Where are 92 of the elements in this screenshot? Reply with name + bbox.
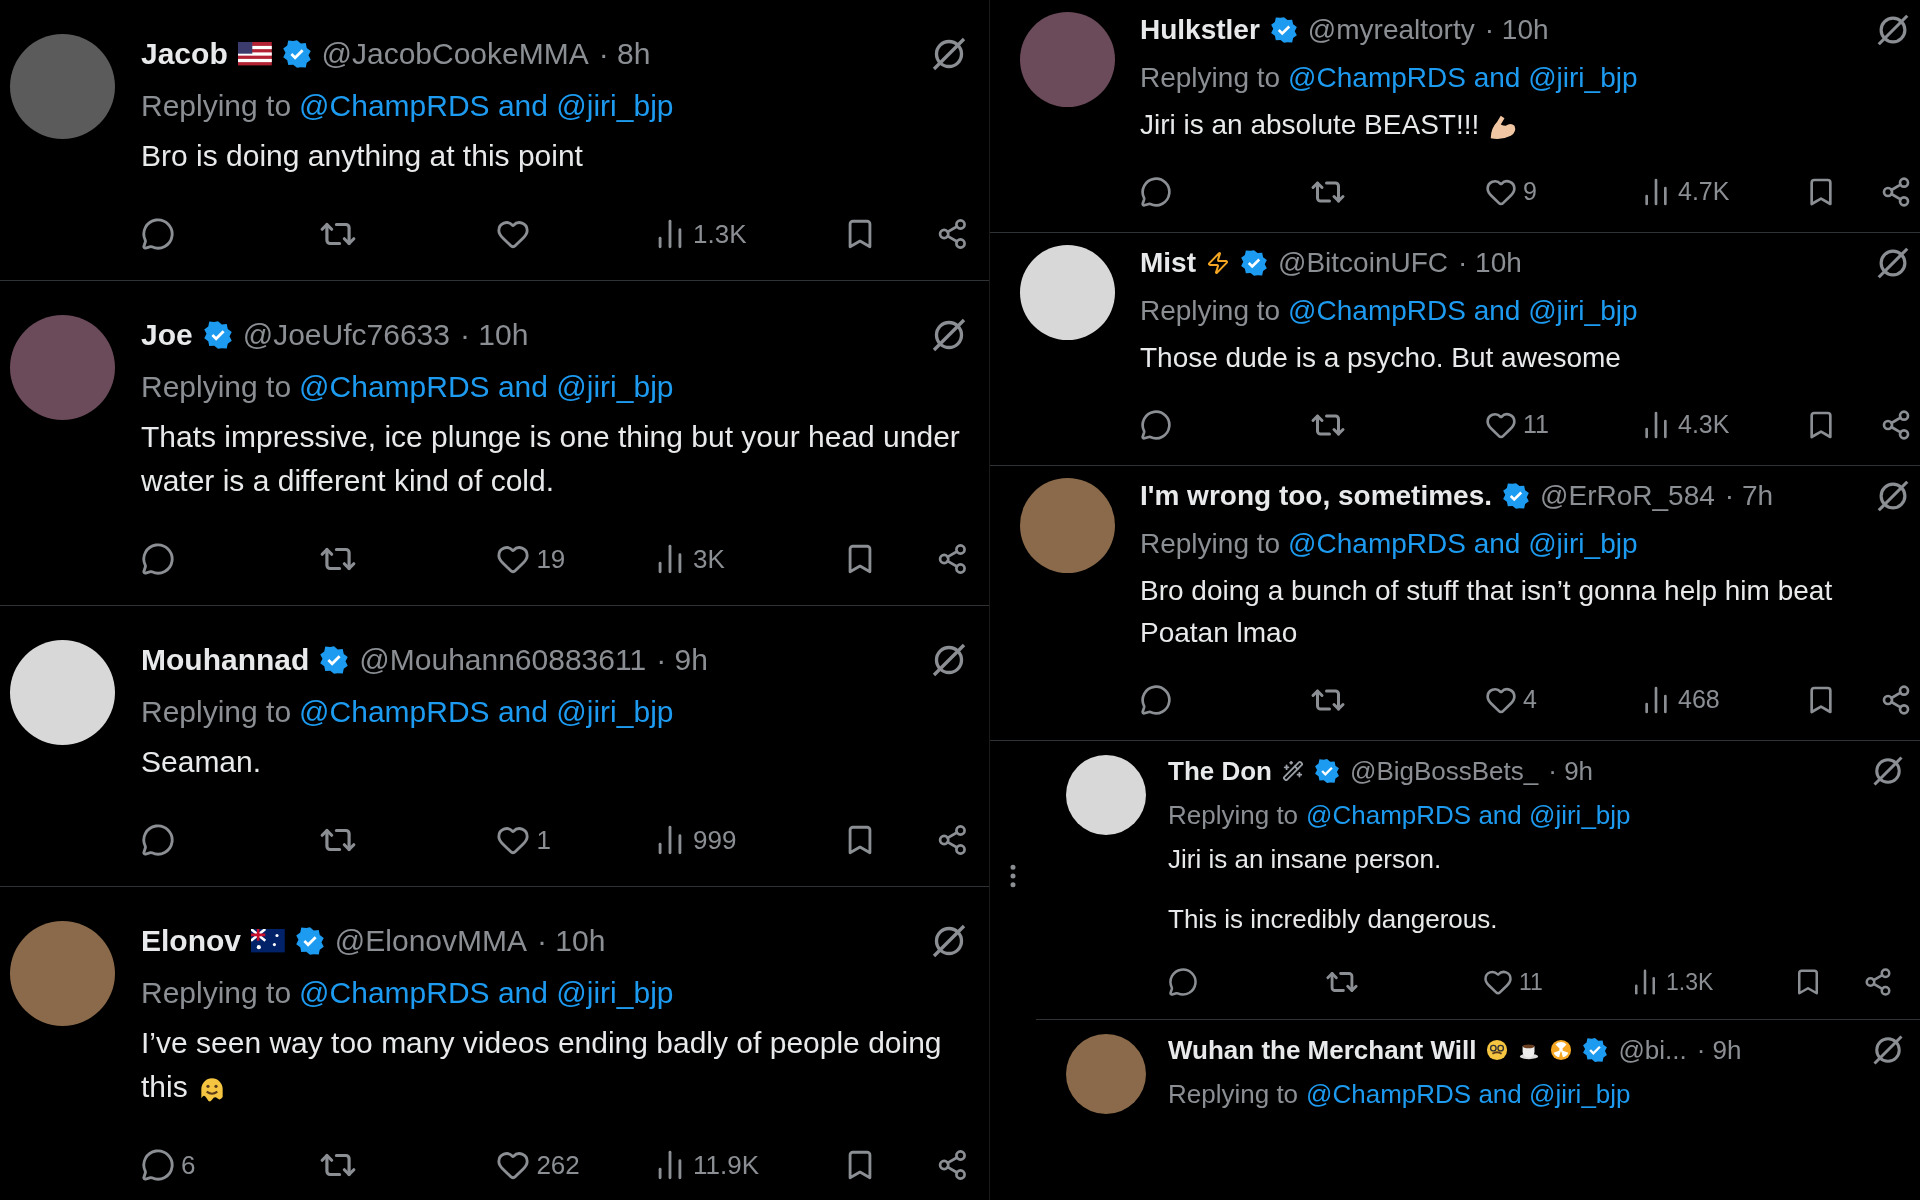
user-handle[interactable]: @ElonovMMA [334,915,527,967]
user-handle[interactable]: @myrealtorty [1307,6,1475,54]
view-count: 4.3K [1678,409,1730,441]
view-count: 4.7K [1678,176,1730,208]
replying-label: Replying to [1140,527,1281,561]
post-text: Bro doing a bunch of stuff that isn’t gonna help him beat Poatan lmao [1140,574,1834,650]
post-text: This is incredibly dangerous. [1168,903,1499,936]
share-icon[interactable] [1880,409,1912,441]
user-handle[interactable]: @BigBossBets_ [1350,749,1539,793]
replying-label: Replying to [1140,61,1281,95]
reply-icon[interactable] [141,542,175,576]
mention-link[interactable]: @ChampRDS and @jiri_bjp [1288,54,1638,102]
user-handle[interactable]: @Mouhann60883611 [359,634,647,686]
display-name[interactable]: Hulkstler [1140,6,1260,54]
mention-link[interactable]: @ChampRDS and @jiri_bjp [1288,520,1638,568]
display-name[interactable]: Elonov [141,915,241,967]
reply-icon[interactable] [1140,176,1172,208]
share-icon[interactable] [936,1148,969,1182]
mention-link[interactable]: @ChampRDS and @jiri_bjp [299,967,674,1019]
post-text: Jiri is an insane person. [1168,843,1443,876]
display-name[interactable]: I'm wrong too, sometimes. [1140,472,1493,520]
post-text: Seaman. [141,744,263,780]
mention-link[interactable]: @ChampRDS and @jiri_bjp [299,686,674,738]
reply-icon[interactable] [141,217,175,251]
display-name[interactable]: Wuhan the Merchant Will [1168,1028,1477,1072]
reply-icon[interactable] [1140,409,1172,441]
view-count: 1.3K [693,217,747,251]
replying-label: Replying to [1140,294,1281,328]
post-text: Those dude is a psycho. But awesome [1140,341,1622,375]
wand-icon [1282,760,1304,782]
mention-link[interactable]: @ChampRDS and @jiri_bjp [299,80,674,132]
flag-icon [251,929,285,953]
view-count: 468 [1678,684,1720,716]
mention-link[interactable]: @ChampRDS and @jiri_bjp [1306,1072,1631,1116]
like-count: 262 [536,1148,580,1182]
replying-label: Replying to [141,694,292,730]
like-count: 4 [1523,684,1537,716]
reply-icon[interactable] [1140,684,1172,716]
user-handle[interactable]: @bi... [1618,1028,1687,1072]
like-count: 9 [1523,176,1537,208]
post-time: · 9h [656,642,708,678]
reply-icon[interactable] [141,1148,175,1182]
view-count: 999 [693,823,737,857]
mention-link[interactable]: @ChampRDS and @jiri_bjp [1306,793,1631,837]
replying-label: Replying to [1168,799,1299,832]
view-count: 1.3K [1666,967,1714,997]
post-text: Thats impressive, ice plunge is one thing but your head under water is a different kind of cold. [141,419,961,499]
display-name[interactable]: Joe [141,309,193,361]
post-time: · 10h [459,317,529,353]
post-time: · 10h [537,923,606,959]
disguise-face-icon [1486,1039,1509,1061]
user-handle[interactable]: @BitcoinUFC [1278,239,1448,287]
display-name[interactable]: The Don [1168,749,1272,793]
share-icon[interactable] [1880,176,1912,208]
view-count: 11.9K [693,1148,759,1182]
lightning-icon [1206,251,1230,275]
like-count: 11 [1523,409,1549,441]
like-count: 19 [536,542,566,576]
post-time: · 10h [1458,246,1522,280]
display-name[interactable]: Jacob [141,28,228,80]
replying-label: Replying to [141,369,292,405]
post-text: I’ve seen way too many videos ending badly of people doing this [141,1021,969,1109]
share-icon[interactable] [936,217,969,251]
user-handle[interactable]: @ErRoR_584 [1540,472,1715,520]
like-count: 11 [1519,967,1543,997]
post-time: · 9h [1548,755,1594,788]
post-time: · 7h [1724,479,1774,513]
share-icon[interactable] [1863,967,1893,997]
reply-icon[interactable] [1168,967,1198,997]
mention-link[interactable]: @ChampRDS and @jiri_bjp [299,361,674,413]
replying-label: Replying to [141,88,292,124]
post-text: Bro is doing anything at this point [141,138,584,174]
post-time: · 10h [1484,13,1549,47]
flag-icon [237,42,272,66]
display-name[interactable]: Mist [1140,239,1196,287]
share-icon[interactable] [936,823,969,857]
reply-count: 6 [181,1148,196,1182]
like-count: 1 [536,823,551,857]
replying-label: Replying to [141,975,292,1011]
share-icon[interactable] [1880,684,1912,716]
display-name[interactable]: Mouhannad [141,634,310,686]
post-text: Jiri is an absolute BEAST!!! [1140,104,1912,146]
mention-link[interactable]: @ChampRDS and @jiri_bjp [1288,287,1638,335]
user-handle[interactable]: @JoeUfc76633 [242,309,450,361]
reply-icon[interactable] [141,823,175,857]
user-handle[interactable]: @JacobCookeMMA [321,28,589,80]
radioactive-icon [1550,1039,1573,1061]
post-time: · 8h [598,36,651,72]
share-icon[interactable] [936,542,969,576]
replying-label: Replying to [1168,1078,1299,1111]
post-time: · 9h [1696,1034,1742,1067]
view-count: 3K [693,542,725,576]
